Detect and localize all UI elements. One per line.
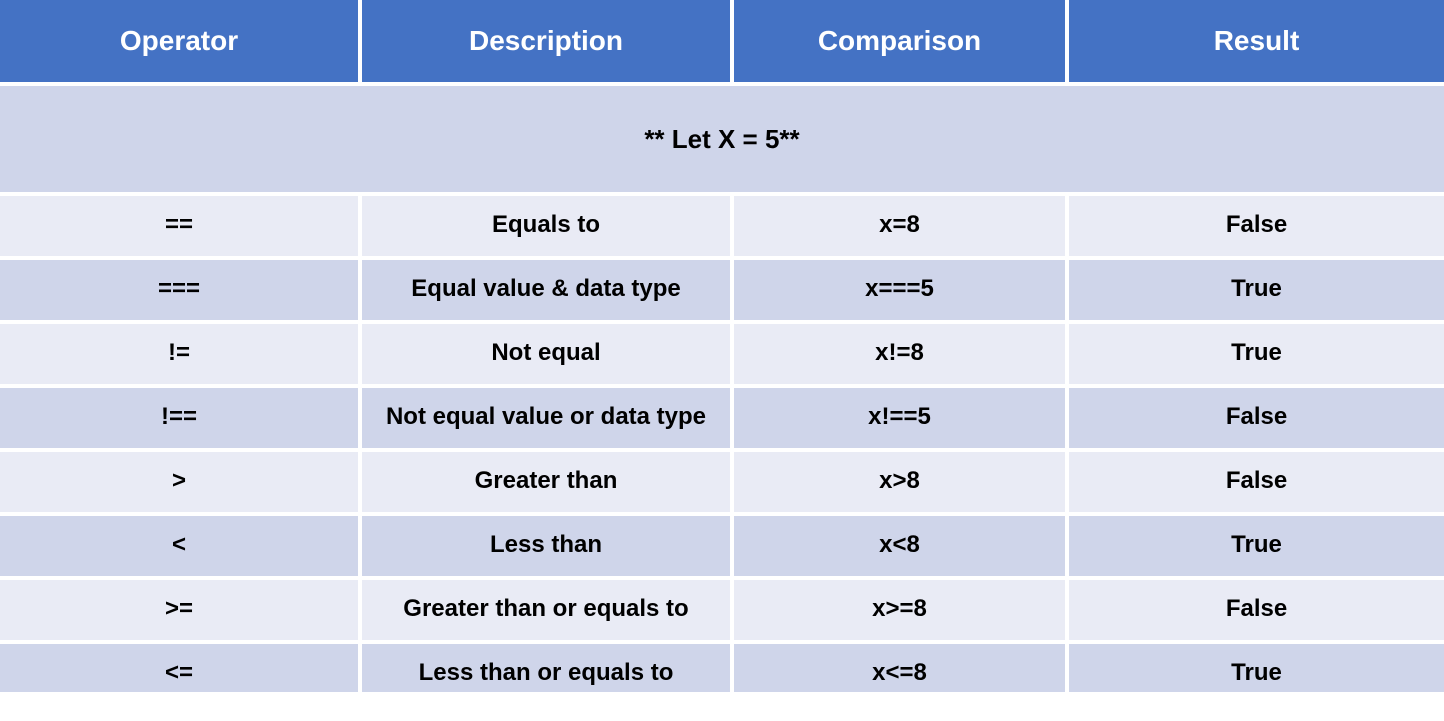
col-header-description: Description — [360, 0, 732, 84]
cell-comparison: x!=8 — [732, 322, 1067, 386]
table-row: == Equals to x=8 False — [0, 194, 1444, 258]
table-row: >= Greater than or equals to x>=8 False — [0, 578, 1444, 642]
cell-description: Equal value & data type — [360, 258, 732, 322]
cell-result: True — [1067, 642, 1444, 692]
cell-comparison: x>=8 — [732, 578, 1067, 642]
cell-description: Equals to — [360, 194, 732, 258]
table-row: <= Less than or equals to x<=8 True — [0, 642, 1444, 692]
cell-comparison: x>8 — [732, 450, 1067, 514]
cell-result: False — [1067, 450, 1444, 514]
cell-description: Not equal value or data type — [360, 386, 732, 450]
cell-operator: === — [0, 258, 360, 322]
cell-operator: != — [0, 322, 360, 386]
cell-result: True — [1067, 514, 1444, 578]
col-header-comparison: Comparison — [732, 0, 1067, 84]
cell-operator: == — [0, 194, 360, 258]
cell-result: True — [1067, 322, 1444, 386]
table-row: < Less than x<8 True — [0, 514, 1444, 578]
cell-result: True — [1067, 258, 1444, 322]
cell-result: False — [1067, 386, 1444, 450]
table-row: > Greater than x>8 False — [0, 450, 1444, 514]
table-header-row: Operator Description Comparison Result — [0, 0, 1444, 84]
col-header-operator: Operator — [0, 0, 360, 84]
cell-comparison: x===5 — [732, 258, 1067, 322]
cell-comparison: x=8 — [732, 194, 1067, 258]
table-subheader: ** Let X = 5** — [0, 84, 1444, 194]
cell-description: Less than — [360, 514, 732, 578]
cell-result: False — [1067, 578, 1444, 642]
col-header-result: Result — [1067, 0, 1444, 84]
cell-description: Not equal — [360, 322, 732, 386]
cell-operator: !== — [0, 386, 360, 450]
cell-comparison: x<8 — [732, 514, 1067, 578]
table-row: != Not equal x!=8 True — [0, 322, 1444, 386]
cell-operator: <= — [0, 642, 360, 692]
cell-description: Less than or equals to — [360, 642, 732, 692]
cell-comparison: x<=8 — [732, 642, 1067, 692]
cell-result: False — [1067, 194, 1444, 258]
table-row: !== Not equal value or data type x!==5 F… — [0, 386, 1444, 450]
comparison-operators-table: Operator Description Comparison Result *… — [0, 0, 1444, 692]
cell-operator: >= — [0, 578, 360, 642]
table-subheader-row: ** Let X = 5** — [0, 84, 1444, 194]
cell-operator: < — [0, 514, 360, 578]
table-row: === Equal value & data type x===5 True — [0, 258, 1444, 322]
cell-description: Greater than or equals to — [360, 578, 732, 642]
cell-description: Greater than — [360, 450, 732, 514]
cell-operator: > — [0, 450, 360, 514]
cell-comparison: x!==5 — [732, 386, 1067, 450]
